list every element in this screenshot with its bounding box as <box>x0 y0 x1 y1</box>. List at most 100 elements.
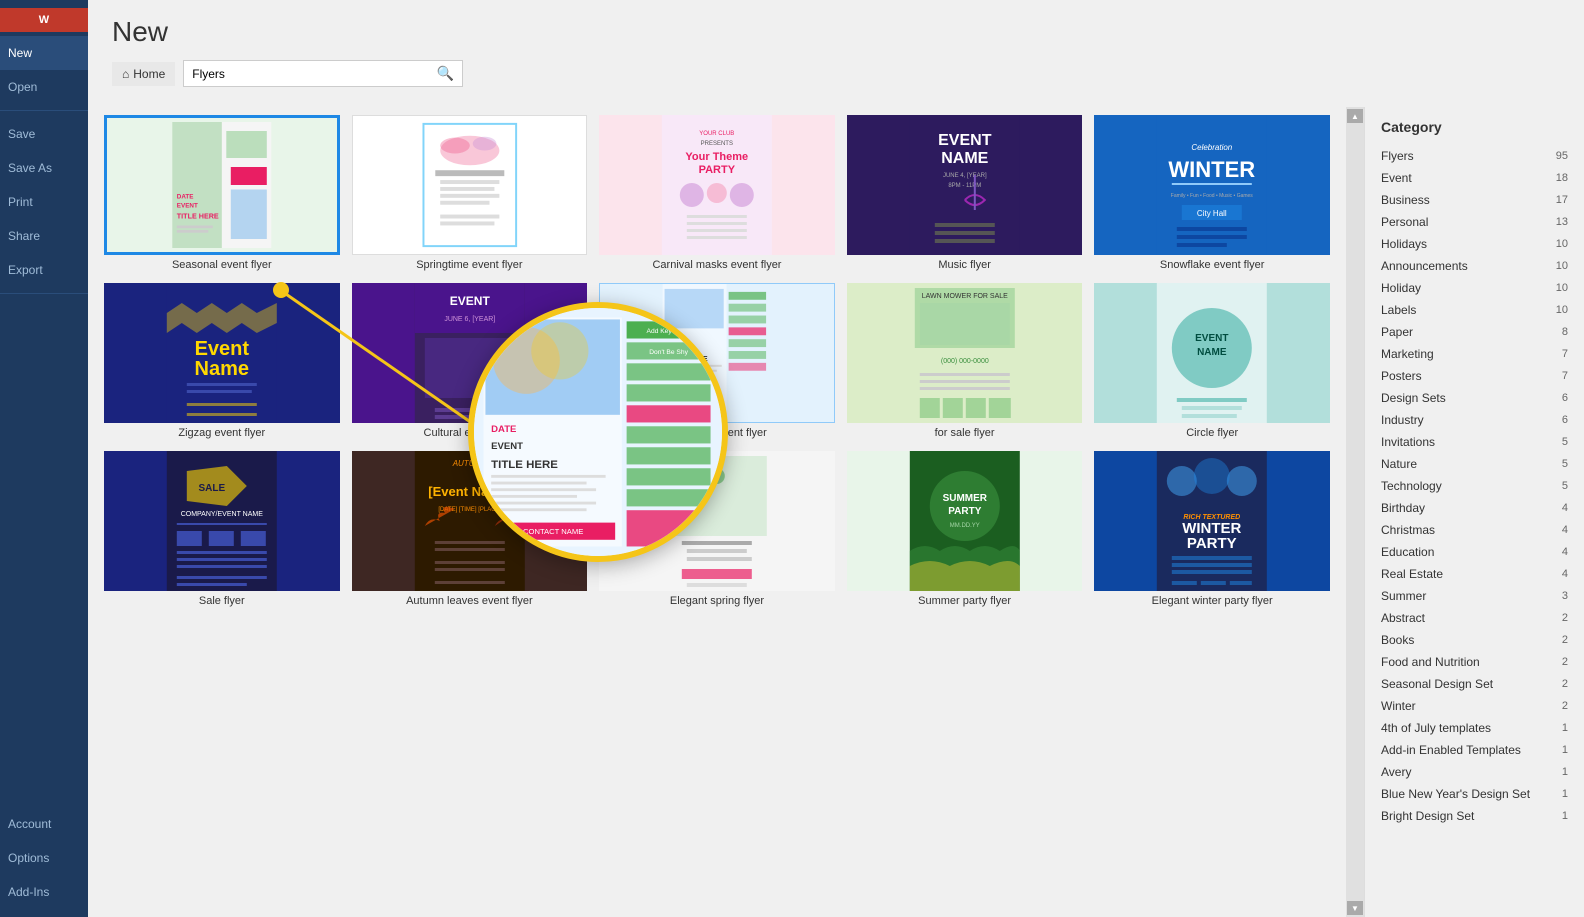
category-count: 10 <box>1556 260 1568 272</box>
template-label: Music flyer <box>934 259 995 271</box>
sidebar-item-options[interactable]: Options <box>0 841 88 875</box>
sidebar-item-share[interactable]: Share <box>0 219 88 253</box>
scroll-up-button[interactable]: ▲ <box>1347 109 1363 123</box>
template-label: Seasonal event flyer <box>663 427 771 439</box>
category-label: Invitations <box>1381 435 1435 449</box>
template-zigzag[interactable]: Event Name Zigzag event flyer <box>104 283 340 439</box>
template-winter[interactable]: RICH TEXTURED WINTER PARTY Elegant winte… <box>1094 451 1330 607</box>
category-item[interactable]: Books2 <box>1381 629 1568 651</box>
template-snowflake[interactable]: Celebration WINTER Family • Fun • Food •… <box>1094 115 1330 271</box>
category-item[interactable]: Design Sets6 <box>1381 387 1568 409</box>
search-button[interactable]: 🔍 <box>437 65 454 82</box>
template-autumn[interactable]: AUTUMN [Event Name] [DATE] [TIME] [PLACE… <box>352 451 588 607</box>
category-item[interactable]: Seasonal Design Set2 <box>1381 673 1568 695</box>
category-item[interactable]: Blue New Year's Design Set 1 <box>1381 783 1568 805</box>
svg-text:DATE: DATE <box>177 194 194 201</box>
category-label: Abstract <box>1381 611 1425 625</box>
category-label: Food and Nutrition <box>1381 655 1480 669</box>
category-item[interactable]: Technology5 <box>1381 475 1568 497</box>
search-input[interactable] <box>192 67 437 81</box>
search-box: 🔍 <box>183 60 463 87</box>
template-carnival[interactable]: YOUR CLUB PRESENTS Your Theme PARTY Carn… <box>599 115 835 271</box>
svg-text:EVENT: EVENT <box>938 132 992 149</box>
category-item[interactable]: Holidays10 <box>1381 233 1568 255</box>
category-item[interactable]: Avery1 <box>1381 761 1568 783</box>
category-label: Business <box>1381 193 1430 207</box>
scroll-down-button[interactable]: ▼ <box>1347 901 1363 915</box>
category-item[interactable]: Industry6 <box>1381 409 1568 431</box>
category-count: 10 <box>1556 304 1568 316</box>
category-item[interactable]: Personal13 <box>1381 211 1568 233</box>
category-label: Seasonal Design Set <box>1381 677 1493 691</box>
category-item[interactable]: Add-in Enabled Templates1 <box>1381 739 1568 761</box>
category-count: 2 <box>1562 700 1568 712</box>
template-music[interactable]: EVENT NAME JUNE 4, [YEAR] 8PM - 11PM Mus… <box>847 115 1083 271</box>
category-item[interactable]: Education 4 <box>1381 541 1568 563</box>
category-item[interactable]: Nature5 <box>1381 453 1568 475</box>
category-count: 5 <box>1562 480 1568 492</box>
category-item[interactable]: Christmas4 <box>1381 519 1568 541</box>
svg-text:Celebration: Celebration <box>1192 143 1233 152</box>
template-label: for sale flyer <box>931 427 999 439</box>
category-item[interactable]: Invitations 5 <box>1381 431 1568 453</box>
template-summer[interactable]: SUMMER PARTY MM.DD.YY Summer party flyer <box>847 451 1083 607</box>
category-item[interactable]: Labels 10 <box>1381 299 1568 321</box>
category-item[interactable]: Posters7 <box>1381 365 1568 387</box>
category-label: Add-in Enabled Templates <box>1381 743 1521 757</box>
sidebar-item-account[interactable]: Account <box>0 807 88 841</box>
category-label: Labels <box>1381 303 1416 317</box>
template-seasonal-event[interactable]: DATE EVENT TITLE HERE Seasonal event fly… <box>104 115 340 271</box>
svg-text:8PM - 11PM: 8PM - 11PM <box>948 183 981 189</box>
category-item[interactable]: Bright Design Set1 <box>1381 805 1568 827</box>
category-label: Real Estate <box>1381 567 1443 581</box>
category-item[interactable]: Summer3 <box>1381 585 1568 607</box>
svg-text:[Event Name]: [Event Name] <box>428 484 511 499</box>
sidebar-item-export[interactable]: Export <box>0 253 88 287</box>
svg-text:JUNE 6, [YEAR]: JUNE 6, [YEAR] <box>444 316 495 323</box>
category-item[interactable]: Food and Nutrition2 <box>1381 651 1568 673</box>
template-label: Zigzag event flyer <box>174 427 269 439</box>
sidebar-item-save[interactable]: Save <box>0 117 88 151</box>
category-count: 1 <box>1562 766 1568 778</box>
category-item[interactable]: Real Estate4 <box>1381 563 1568 585</box>
category-label: Holiday <box>1381 281 1421 295</box>
category-count: 5 <box>1562 436 1568 448</box>
category-item[interactable]: Event18 <box>1381 167 1568 189</box>
home-button[interactable]: ⌂ Home <box>112 62 175 86</box>
sidebar-item-new[interactable]: New <box>0 36 88 70</box>
svg-text:PARTY: PARTY <box>948 506 981 517</box>
template-sale[interactable]: SALE COMPANY/EVENT NAME Sale flyer <box>104 451 340 607</box>
category-count: 18 <box>1556 172 1568 184</box>
home-label: Home <box>133 67 165 81</box>
template-forsale[interactable]: LAWN MOWER FOR SALE (000) 000-0000 for s… <box>847 283 1083 439</box>
category-item[interactable]: 4th of July templates1 <box>1381 717 1568 739</box>
category-item[interactable]: Winter2 <box>1381 695 1568 717</box>
sidebar-item-addins[interactable]: Add-Ins <box>0 875 88 909</box>
svg-text:SUMMER: SUMMER <box>942 493 987 504</box>
template-cultural[interactable]: EVENT JUNE 6, [YEAR] Cultural event flye… <box>352 283 588 439</box>
category-count: 1 <box>1562 788 1568 800</box>
category-label: Flyers <box>1381 149 1414 163</box>
sidebar-item-saveas[interactable]: Save As <box>0 151 88 185</box>
category-count: 4 <box>1562 546 1568 558</box>
category-label: Education <box>1381 545 1434 559</box>
template-springtime[interactable]: Springtime event flyer <box>352 115 588 271</box>
content-wrapper: DATE EVENT TITLE HERE Seasonal event fly… <box>88 107 1584 917</box>
category-item[interactable]: Business17 <box>1381 189 1568 211</box>
category-count: 6 <box>1562 414 1568 426</box>
template-elegant[interactable]: Elegant spring flyer <box>599 451 835 607</box>
category-item[interactable]: Announcements10 <box>1381 255 1568 277</box>
category-item[interactable]: Birthday4 <box>1381 497 1568 519</box>
svg-text:LAWN MOWER FOR SALE: LAWN MOWER FOR SALE <box>922 293 1008 300</box>
category-item[interactable]: Flyers95 <box>1381 145 1568 167</box>
sidebar-item-open[interactable]: Open <box>0 70 88 104</box>
category-label: Blue New Year's Design Set <box>1381 787 1530 801</box>
template-circle[interactable]: EVENT NAME Circle flyer <box>1094 283 1330 439</box>
svg-text:NAME: NAME <box>941 150 988 167</box>
category-item[interactable]: Holiday10 <box>1381 277 1568 299</box>
category-item[interactable]: Paper8 <box>1381 321 1568 343</box>
sidebar-item-print[interactable]: Print <box>0 185 88 219</box>
category-item[interactable]: Marketing7 <box>1381 343 1568 365</box>
category-item[interactable]: Abstract2 <box>1381 607 1568 629</box>
template-seasonal2[interactable]: DATE EVENT TITLE HERE Seasonal <box>599 283 835 439</box>
